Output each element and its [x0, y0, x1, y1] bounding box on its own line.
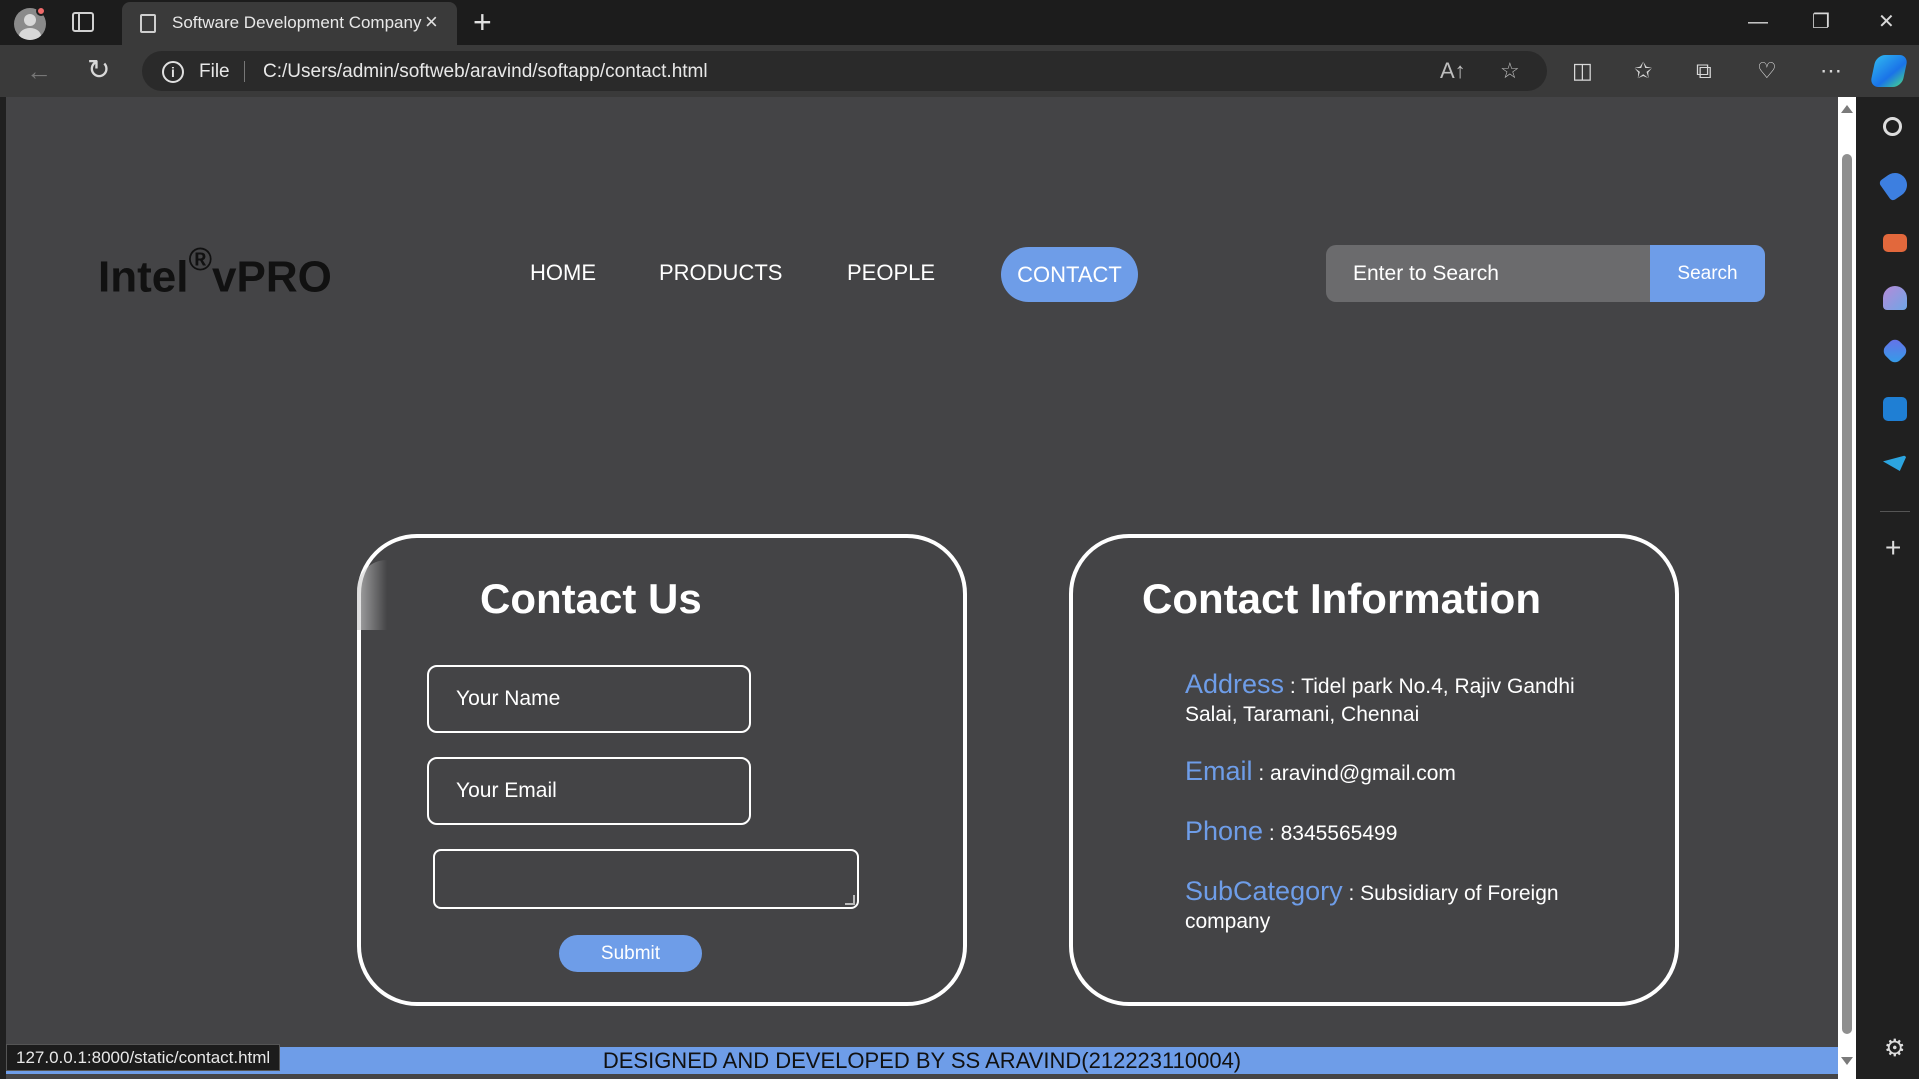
address-bar[interactable]: i File C:/Users/admin/softweb/aravind/so… — [142, 51, 1547, 91]
close-tab-icon[interactable]: × — [425, 10, 438, 34]
scroll-thumb[interactable] — [1842, 154, 1852, 1034]
tab-title: Software Development Company — [172, 13, 422, 32]
browser-essentials-icon[interactable]: ♡ — [1757, 58, 1777, 84]
logo-brand: Intel — [98, 252, 189, 302]
page-footer: DESIGNED AND DEVELOPED BY SS ARAVIND(212… — [6, 1047, 1838, 1074]
favorites-icon[interactable]: ✩ — [1634, 58, 1652, 84]
games-icon[interactable] — [1883, 286, 1907, 310]
nav-contact[interactable]: CONTACT — [1001, 247, 1138, 302]
back-button[interactable]: ← — [26, 57, 52, 85]
file-scheme-label: File — [199, 61, 230, 82]
contact-info-title: Contact Information — [1142, 575, 1541, 622]
shopping-tag-icon[interactable] — [1878, 168, 1912, 202]
name-input[interactable]: Your Name — [427, 665, 751, 733]
settings-icon[interactable]: ⚙ — [1884, 1037, 1906, 1061]
email-input[interactable]: Your Email — [427, 757, 751, 825]
card-decoration — [357, 560, 387, 630]
subcategory-label: SubCategory — [1185, 876, 1343, 906]
notification-dot — [36, 6, 46, 16]
page-icon — [140, 14, 156, 33]
copilot-icon[interactable] — [1869, 55, 1909, 87]
phone-value: : 8345565499 — [1263, 822, 1398, 845]
minimize-button[interactable]: — — [1748, 8, 1768, 36]
nav-home[interactable]: HOME — [530, 260, 596, 286]
message-textarea[interactable] — [433, 849, 859, 909]
browser-tab-bar: Software Development Company × + — ❐ ✕ — [0, 0, 1919, 45]
scroll-up-arrow-icon[interactable] — [1841, 105, 1853, 113]
url-text[interactable]: C:/Users/admin/softweb/aravind/softapp/c… — [263, 61, 708, 83]
outlook-icon[interactable] — [1883, 397, 1907, 421]
close-window-button[interactable]: ✕ — [1878, 8, 1895, 36]
logo-product: vPRO — [212, 252, 332, 302]
microsoft-365-icon[interactable] — [1880, 336, 1910, 366]
edge-sidebar: + ⚙ — [1870, 97, 1919, 1079]
scroll-down-arrow-icon[interactable] — [1841, 1057, 1853, 1065]
phone-item: Phone : 8345565499 — [1185, 817, 1585, 848]
add-icon[interactable]: + — [1885, 534, 1901, 562]
browser-tab[interactable]: Software Development Company × — [122, 2, 457, 45]
address-item: Address : Tidel park No.4, Rajiv Gandhi … — [1185, 670, 1585, 729]
site-logo[interactable]: Intel®vPRO — [98, 241, 332, 303]
read-aloud-icon[interactable]: A↑ — [1440, 60, 1466, 82]
search-icon[interactable] — [1883, 117, 1902, 136]
web-page: Intel®vPRO HOME PRODUCTS PEOPLE CONTACT … — [6, 97, 1838, 1079]
browser-toolbar: ← ↻ i File C:/Users/admin/softweb/aravin… — [0, 45, 1919, 97]
maximize-button[interactable]: ❐ — [1812, 8, 1830, 36]
search-button[interactable]: Search — [1650, 245, 1765, 302]
phone-label: Phone — [1185, 816, 1264, 846]
contact-form-card: Contact Us Your Name Your Email Submit — [357, 534, 967, 1006]
site-info-icon[interactable]: i — [162, 61, 184, 83]
page-scrollbar[interactable] — [1838, 97, 1856, 1079]
split-screen-icon[interactable]: ◫ — [1572, 58, 1593, 84]
favorite-star-icon[interactable]: ☆ — [1500, 60, 1520, 82]
new-tab-button[interactable]: + — [473, 4, 492, 40]
telegram-icon[interactable] — [1883, 455, 1907, 471]
more-icon[interactable]: ⋯ — [1820, 58, 1842, 84]
sidebar-divider — [1880, 511, 1910, 512]
status-bar-url: 127.0.0.1:8000/static/contact.html — [6, 1044, 281, 1071]
logo-registered-mark: ® — [188, 241, 213, 277]
subcategory-item: SubCategory : Subsidiary of Foreign comp… — [1185, 877, 1585, 936]
reload-button[interactable]: ↻ — [87, 55, 110, 85]
search-input[interactable]: Enter to Search — [1326, 245, 1650, 302]
tools-icon[interactable] — [1883, 234, 1907, 252]
contact-info-card: Contact Information Address : Tidel park… — [1069, 534, 1679, 1006]
email-label: Email — [1185, 756, 1253, 786]
address-separator — [244, 61, 245, 82]
contact-us-title: Contact Us — [480, 575, 702, 622]
address-label: Address — [1185, 669, 1285, 699]
nav-people[interactable]: PEOPLE — [847, 260, 935, 286]
tab-actions-icon[interactable] — [72, 12, 94, 32]
email-value: : aravind@gmail.com — [1252, 762, 1456, 785]
collections-icon[interactable]: ⧉ — [1696, 58, 1712, 84]
nav-products[interactable]: PRODUCTS — [659, 260, 782, 286]
submit-button[interactable]: Submit — [559, 935, 702, 972]
email-item: Email : aravind@gmail.com — [1185, 757, 1585, 788]
